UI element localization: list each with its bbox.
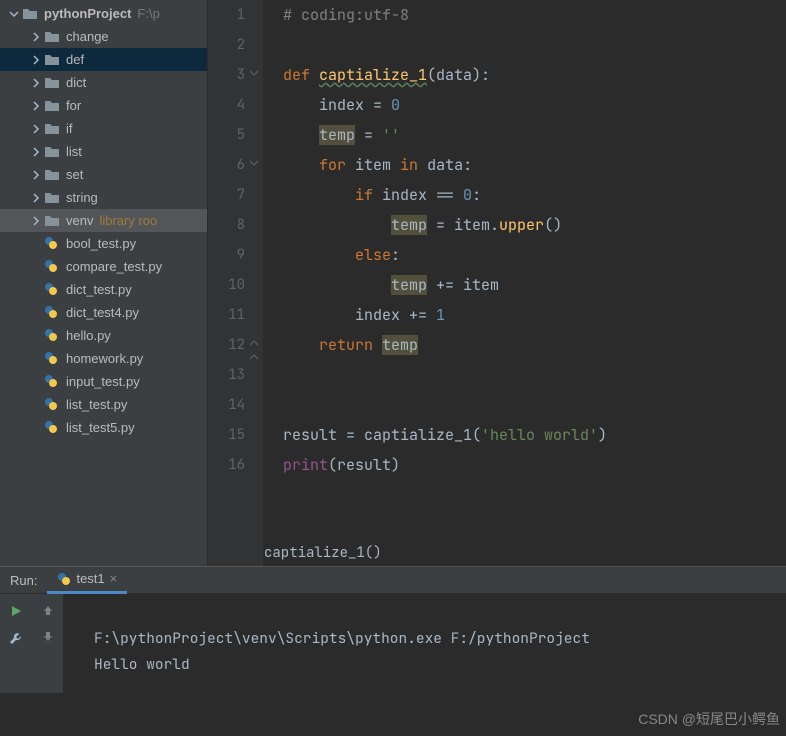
tree-folder-string[interactable]: string bbox=[0, 186, 207, 209]
folder-icon bbox=[44, 75, 60, 91]
tree-file[interactable]: list_test.py bbox=[0, 393, 207, 416]
venv-extra-label: library roo bbox=[99, 213, 157, 228]
tree-folder-def[interactable]: def bbox=[0, 48, 207, 71]
breadcrumb[interactable]: captialize_1() bbox=[264, 544, 382, 562]
tree-folder-change[interactable]: change bbox=[0, 25, 207, 48]
folder-icon bbox=[44, 29, 60, 45]
file-label: hello.py bbox=[66, 328, 111, 343]
chevron-right-icon bbox=[28, 144, 44, 160]
tree-file[interactable]: bool_test.py bbox=[0, 232, 207, 255]
fold-end-icon[interactable] bbox=[249, 338, 261, 350]
python-file-icon bbox=[44, 351, 60, 367]
console-path: F:\pythonProject\venv\Scripts\python.exe… bbox=[94, 629, 590, 648]
code-editor[interactable]: 12345678910111213141516 # coding:utf-8 d… bbox=[208, 0, 786, 566]
close-icon[interactable]: × bbox=[110, 571, 118, 586]
arrow-down-icon[interactable] bbox=[42, 630, 54, 642]
tree-file[interactable]: hello.py bbox=[0, 324, 207, 347]
chevron-right-icon bbox=[28, 75, 44, 91]
run-label: Run: bbox=[0, 573, 47, 588]
folder-label: string bbox=[66, 190, 98, 205]
chevron-right-icon bbox=[28, 190, 44, 206]
file-label: compare_test.py bbox=[66, 259, 162, 274]
folder-label: list bbox=[66, 144, 82, 159]
tree-file[interactable]: homework.py bbox=[0, 347, 207, 370]
fold-marker-icon[interactable] bbox=[249, 68, 261, 80]
tree-root-row[interactable]: pythonProject F:\p bbox=[0, 2, 207, 25]
tree-file[interactable]: dict_test4.py bbox=[0, 301, 207, 324]
folder-label: change bbox=[66, 29, 109, 44]
python-file-icon bbox=[44, 305, 60, 321]
file-label: homework.py bbox=[66, 351, 143, 366]
tree-file[interactable]: dict_test.py bbox=[0, 278, 207, 301]
code-content[interactable]: # coding:utf-8 def captialize_1(data): i… bbox=[263, 0, 786, 566]
file-label: list_test5.py bbox=[66, 420, 135, 435]
python-file-icon bbox=[44, 282, 60, 298]
run-header: Run: test1 × bbox=[0, 567, 786, 594]
console-output[interactable]: F:\pythonProject\venv\Scripts\python.exe… bbox=[64, 594, 786, 736]
python-file-icon bbox=[44, 328, 60, 344]
folder-label: dict bbox=[66, 75, 86, 90]
wrench-icon[interactable] bbox=[9, 632, 23, 646]
folder-label: if bbox=[66, 121, 73, 136]
chevron-right-icon bbox=[28, 52, 44, 68]
line-gutter: 12345678910111213141516 bbox=[208, 0, 263, 566]
python-file-icon bbox=[44, 420, 60, 436]
chevron-right-icon bbox=[28, 167, 44, 183]
folder-icon bbox=[44, 190, 60, 206]
fold-end-icon[interactable] bbox=[249, 352, 261, 364]
folder-icon bbox=[44, 98, 60, 114]
folder-icon bbox=[44, 167, 60, 183]
python-file-icon bbox=[44, 397, 60, 413]
tree-folder-if[interactable]: if bbox=[0, 117, 207, 140]
file-label: dict_test4.py bbox=[66, 305, 139, 320]
tree-file[interactable]: compare_test.py bbox=[0, 255, 207, 278]
project-path: F:\p bbox=[137, 6, 159, 21]
tree-folder-set[interactable]: set bbox=[0, 163, 207, 186]
folder-icon bbox=[44, 144, 60, 160]
folder-icon bbox=[44, 213, 60, 229]
chevron-right-icon bbox=[28, 121, 44, 137]
chevron-right-icon bbox=[28, 213, 44, 229]
tree-file[interactable]: list_test5.py bbox=[0, 416, 207, 439]
folder-icon bbox=[44, 121, 60, 137]
python-file-icon bbox=[44, 236, 60, 252]
chevron-right-icon bbox=[28, 98, 44, 114]
rerun-icon[interactable] bbox=[9, 604, 23, 618]
project-tree[interactable]: pythonProject F:\p change def dict for if lis… bbox=[0, 0, 208, 566]
file-label: input_test.py bbox=[66, 374, 140, 389]
arrow-up-icon[interactable] bbox=[42, 604, 54, 616]
chevron-down-icon bbox=[6, 6, 22, 22]
folder-icon bbox=[44, 52, 60, 68]
python-file-icon bbox=[44, 374, 60, 390]
project-name: pythonProject bbox=[44, 6, 131, 21]
tree-folder-for[interactable]: for bbox=[0, 94, 207, 117]
folder-label: for bbox=[66, 98, 81, 113]
run-tab[interactable]: test1 × bbox=[47, 567, 127, 594]
file-label: list_test.py bbox=[66, 397, 127, 412]
tree-venv-row[interactable]: venv library roo bbox=[0, 209, 207, 232]
folder-icon bbox=[22, 6, 38, 22]
run-toolbar bbox=[0, 594, 32, 736]
file-label: dict_test.py bbox=[66, 282, 132, 297]
python-file-icon bbox=[57, 572, 71, 586]
run-tab-label: test1 bbox=[76, 571, 104, 586]
tree-folder-list[interactable]: list bbox=[0, 140, 207, 163]
fold-marker-icon[interactable] bbox=[249, 158, 261, 170]
tree-file[interactable]: input_test.py bbox=[0, 370, 207, 393]
venv-label: venv bbox=[66, 213, 93, 228]
tree-folder-dict[interactable]: dict bbox=[0, 71, 207, 94]
run-nav bbox=[32, 594, 64, 736]
file-label: bool_test.py bbox=[66, 236, 136, 251]
folder-label: def bbox=[66, 52, 84, 67]
run-tool-window: Run: test1 × F:\pythonProject\venv\Scrip… bbox=[0, 566, 786, 693]
python-file-icon bbox=[44, 259, 60, 275]
watermark: CSDN @短尾巴小鳄鱼 bbox=[638, 706, 780, 732]
console-line: Hello world bbox=[94, 655, 190, 674]
folder-label: set bbox=[66, 167, 83, 182]
chevron-right-icon bbox=[28, 29, 44, 45]
